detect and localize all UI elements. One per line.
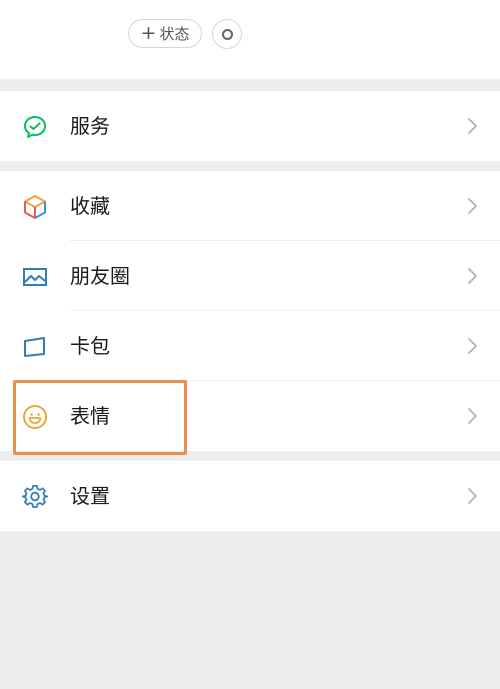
chevron-right-icon bbox=[468, 118, 477, 134]
menu-item-label: 服务 bbox=[70, 114, 110, 138]
menu-item-stickers[interactable]: 表情 bbox=[0, 381, 500, 451]
plus-icon: + bbox=[140, 22, 157, 44]
chevron-right-icon bbox=[468, 488, 477, 504]
menu-item-label: 设置 bbox=[70, 484, 110, 508]
add-status-button[interactable]: + 状态 bbox=[128, 19, 202, 48]
card-wallet-icon bbox=[21, 333, 49, 361]
chevron-right-icon bbox=[468, 338, 477, 354]
menu-item-favorites[interactable]: 收藏 bbox=[0, 171, 500, 241]
services-group: 服务 bbox=[0, 91, 500, 161]
moments-image-icon bbox=[21, 263, 49, 291]
emoji-smile-icon bbox=[21, 403, 49, 431]
menu-item-label: 表情 bbox=[70, 404, 110, 428]
features-group: 收藏 朋友圈 卡包 表情 bbox=[0, 171, 500, 451]
ring-icon bbox=[221, 28, 233, 40]
menu-item-moments[interactable]: 朋友圈 bbox=[0, 241, 500, 311]
favorites-cube-icon bbox=[21, 193, 49, 221]
menu-item-label: 收藏 bbox=[70, 194, 110, 218]
menu-item-label: 朋友圈 bbox=[70, 264, 130, 288]
menu-item-card-wallet[interactable]: 卡包 bbox=[0, 311, 500, 381]
status-label: 状态 bbox=[159, 25, 190, 43]
settings-group: 设置 bbox=[0, 461, 500, 531]
chevron-right-icon bbox=[468, 408, 477, 424]
settings-gear-icon bbox=[21, 483, 49, 511]
menu-item-label: 卡包 bbox=[70, 334, 110, 358]
profile-header: + 状态 bbox=[0, 0, 500, 79]
wechat-services-icon bbox=[21, 113, 49, 141]
menu-item-services[interactable]: 服务 bbox=[0, 91, 500, 161]
chevron-right-icon bbox=[468, 198, 477, 214]
status-circle-button[interactable] bbox=[212, 19, 242, 49]
chevron-right-icon bbox=[468, 268, 477, 284]
menu-item-settings[interactable]: 设置 bbox=[0, 461, 500, 531]
